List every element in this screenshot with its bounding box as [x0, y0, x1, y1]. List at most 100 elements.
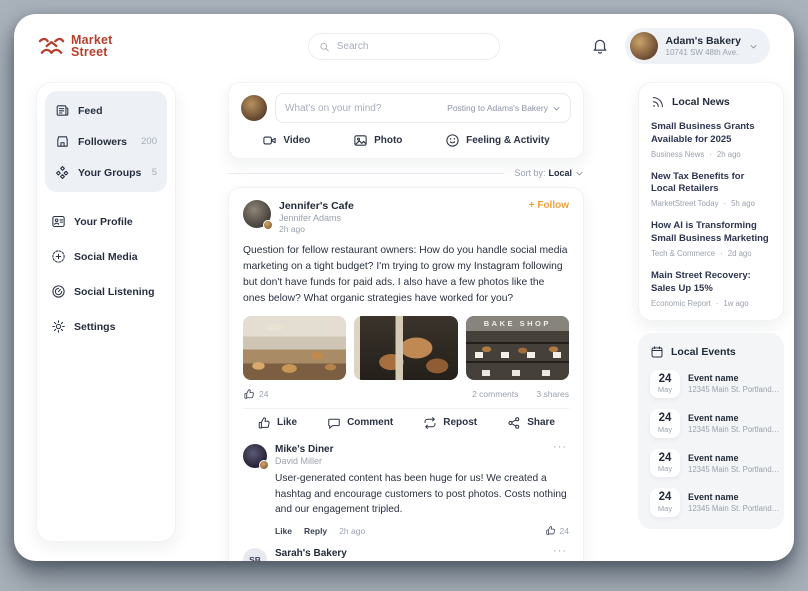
- comment-like-count-group[interactable]: 24: [545, 525, 569, 536]
- sort-row: Sort by: Local: [228, 168, 584, 178]
- share-nodes-icon: [507, 416, 521, 430]
- comment-business-name[interactable]: Mike's Diner: [275, 444, 569, 455]
- comment-author-avatar[interactable]: [243, 444, 267, 468]
- comment-count[interactable]: 2 comments: [472, 389, 518, 399]
- thumbs-up-icon[interactable]: [243, 388, 255, 400]
- event-item[interactable]: 24 May Event name 12345 Main St. Portlan…: [650, 409, 772, 438]
- event-item[interactable]: 24 May Event name 12345 Main St. Portlan…: [650, 370, 772, 399]
- sidebar-item-followers[interactable]: Followers 200: [51, 126, 161, 157]
- account-switcher[interactable]: Adam's Bakery 10741 SW 48th Ave.: [625, 28, 770, 64]
- event-info: Event name 12345 Main St. Portland, OR..…: [688, 413, 780, 434]
- local-events-title: Local Events: [671, 346, 736, 358]
- event-item[interactable]: 24 May Event name 12345 Main St. Portlan…: [650, 449, 772, 478]
- post-author-name: Jennifer Adams: [279, 213, 354, 223]
- avatar-badge: [263, 220, 273, 230]
- news-item[interactable]: New Tax Benefits for Local Retailers Mar…: [651, 171, 771, 209]
- photo-bake-shop[interactable]: BAKE SHOP: [466, 316, 569, 380]
- comment-author-avatar[interactable]: SB: [243, 548, 267, 561]
- dot-separator: ·: [716, 299, 719, 308]
- comment-business-name[interactable]: Sarah's Bakery: [275, 548, 569, 559]
- share-count[interactable]: 3 shares: [536, 389, 569, 399]
- market-street-logo[interactable]: Market Street: [38, 34, 113, 58]
- event-name: Event name: [688, 453, 780, 463]
- sidebar-item-social-listening[interactable]: Social Listening: [45, 274, 167, 309]
- posting-to-selector[interactable]: Posting to Adams's Bakery: [447, 103, 561, 113]
- account-name: Adam's Bakery: [666, 35, 741, 47]
- sidebar-item-social-media[interactable]: Social Media: [45, 239, 167, 274]
- sidebar-item-your-profile[interactable]: Your Profile: [45, 204, 167, 239]
- photo-bakery-interior[interactable]: [243, 316, 346, 380]
- smiley-icon: [445, 133, 460, 148]
- like-button[interactable]: Like: [257, 416, 297, 430]
- comment-like-count: 24: [560, 526, 569, 536]
- repost-label: Repost: [443, 417, 477, 428]
- search-input[interactable]: [337, 41, 489, 52]
- notifications-bell-icon[interactable]: [591, 37, 609, 55]
- sidebar-item-label: Your Groups: [78, 167, 141, 179]
- comment-button[interactable]: Comment: [327, 416, 393, 430]
- comment-menu-button[interactable]: ···: [553, 548, 567, 554]
- video-button[interactable]: Video: [262, 133, 310, 148]
- news-item[interactable]: Small Business Grants Available for 2025…: [651, 121, 771, 159]
- chevron-down-icon: [749, 42, 758, 51]
- post-business-name[interactable]: Jennifer's Cafe: [279, 200, 354, 212]
- right-column: Local News Small Business Grants Availab…: [638, 82, 784, 529]
- composer-input[interactable]: [285, 103, 441, 114]
- storefront-icon: [55, 134, 70, 149]
- news-source: Business News: [651, 150, 704, 159]
- news-item[interactable]: Main Street Recovery: Sales Up 15% Econo…: [651, 270, 771, 308]
- local-news-header: Local News: [651, 95, 771, 109]
- photo-bread-display[interactable]: [354, 316, 457, 380]
- local-news-title: Local News: [672, 96, 730, 108]
- post-author-avatar[interactable]: [243, 200, 271, 228]
- news-title: Small Business Grants Available for 2025: [651, 121, 771, 147]
- sidebar-item-label: Settings: [74, 321, 115, 333]
- bake-shop-sign: BAKE SHOP: [466, 316, 569, 331]
- comment-reply-button[interactable]: Reply: [304, 526, 327, 536]
- app-window: Market Street Adam's Bakery 10741 SW 48t…: [14, 14, 794, 561]
- followers-count: 200: [141, 136, 157, 147]
- event-date-tile: 24 May: [650, 370, 680, 399]
- avatar-initials: SB: [249, 555, 261, 561]
- post-composer: Posting to Adams's Bakery Video: [228, 82, 584, 159]
- feed-post: Jennifer's Cafe Jennifer Adams 2h ago + …: [228, 187, 584, 561]
- event-name: Event name: [688, 413, 780, 423]
- news-time: 5h ago: [731, 199, 755, 208]
- share-label: Share: [527, 417, 555, 428]
- event-month: May: [650, 464, 680, 473]
- posting-to-label: Posting to Adams's Bakery: [447, 103, 548, 113]
- news-meta: Economic Report · 1w ago: [651, 299, 771, 308]
- comment-item: SB Sarah's Bakery Sarah Stevens Collabor…: [243, 548, 569, 561]
- search-bar[interactable]: [308, 33, 500, 60]
- event-info: Event name 12345 Main St. Portland, OR..…: [688, 373, 780, 394]
- repost-button[interactable]: Repost: [423, 416, 477, 430]
- thumbs-up-icon: [545, 525, 556, 536]
- comment-text: User-generated content has been huge for…: [275, 471, 569, 518]
- feeling-activity-button[interactable]: Feeling & Activity: [445, 133, 550, 148]
- news-item[interactable]: How AI is Transforming Small Business Ma…: [651, 220, 771, 258]
- dot-separator: ·: [723, 199, 726, 208]
- dot-separator: ·: [709, 150, 712, 159]
- sort-value-dropdown[interactable]: Local: [548, 168, 584, 178]
- event-info: Event name 12345 Main St. Portland, OR..…: [688, 492, 780, 513]
- comment-menu-button[interactable]: ···: [553, 444, 567, 450]
- sidebar-item-your-groups[interactable]: Your Groups 5: [51, 157, 161, 188]
- newspaper-icon: [55, 103, 70, 118]
- sidebar-item-settings[interactable]: Settings: [45, 309, 167, 344]
- event-month: May: [650, 504, 680, 513]
- composer-field[interactable]: Posting to Adams's Bakery: [275, 93, 571, 123]
- news-meta: Business News · 2h ago: [651, 150, 771, 159]
- comment-like-button[interactable]: Like: [275, 526, 292, 536]
- local-events-header: Local Events: [650, 345, 772, 359]
- divider: [243, 408, 569, 409]
- follow-button[interactable]: + Follow: [529, 200, 569, 234]
- header-right: Adam's Bakery 10741 SW 48th Ave.: [591, 28, 770, 64]
- event-item[interactable]: 24 May Event name 12345 Main St. Portlan…: [650, 488, 772, 517]
- dot-separator: ·: [720, 249, 723, 258]
- sidebar-item-feed[interactable]: Feed: [51, 95, 161, 126]
- event-name: Event name: [688, 373, 780, 383]
- news-meta: Tech & Commerce · 2d ago: [651, 249, 771, 258]
- news-time: 1w ago: [723, 299, 748, 308]
- photo-button[interactable]: Photo: [353, 133, 402, 148]
- share-button[interactable]: Share: [507, 416, 555, 430]
